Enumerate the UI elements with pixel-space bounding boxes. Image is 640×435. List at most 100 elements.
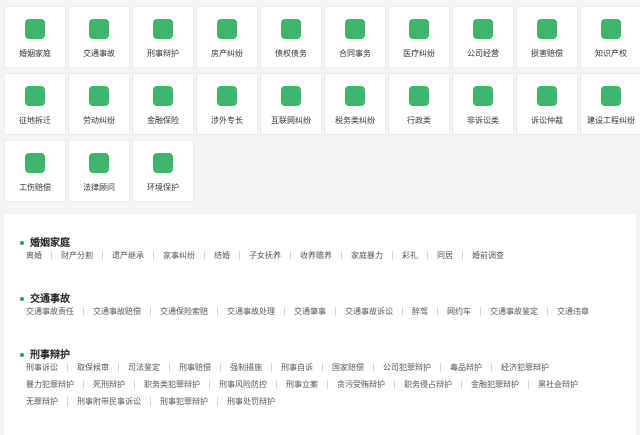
subcategory-link[interactable]: 交通事故赔偿 <box>93 306 141 317</box>
category-tile[interactable]: 法律顾问 <box>68 140 130 202</box>
subcategory-link[interactable]: 交通保险索赔 <box>160 306 208 317</box>
category-tile[interactable]: 建设工程纠纷 <box>580 73 640 135</box>
subcategory-link[interactable]: 刑事赔偿 <box>179 362 211 373</box>
briefcase-icon <box>473 19 493 39</box>
category-tile[interactable]: 公司经营 <box>452 6 514 68</box>
subcategory-link[interactable]: 强制措施 <box>230 362 262 373</box>
subcategory-link[interactable]: 刑事风险防控 <box>219 379 267 390</box>
category-tile[interactable]: 劳动纠纷 <box>68 73 130 135</box>
subcategory-link[interactable]: 刑事附带民事诉讼 <box>77 396 141 407</box>
worker-icon <box>89 86 109 106</box>
tag-divider <box>491 363 492 372</box>
book-icon <box>601 19 621 39</box>
monitor-icon <box>601 86 621 106</box>
folder-icon <box>473 86 493 106</box>
category-tile[interactable]: 诉讼仲裁 <box>516 73 578 135</box>
subcategory-link[interactable]: 死刑辩护 <box>93 379 125 390</box>
category-tile[interactable]: 工伤赔偿 <box>4 140 66 202</box>
category-tile-label: 损害赔偿 <box>531 49 563 58</box>
subcategory-link[interactable]: 财产分割 <box>61 250 93 261</box>
subcategory-link[interactable]: 家庭暴力 <box>351 250 383 261</box>
subcategory-link[interactable]: 交通事故责任 <box>26 306 74 317</box>
subcategory-link[interactable]: 交通事故处理 <box>227 306 275 317</box>
subcategory-link[interactable]: 离婚 <box>26 250 42 261</box>
tag-divider <box>209 380 210 389</box>
section-title-text: 刑事辩护 <box>30 350 70 361</box>
subcategory-link[interactable]: 刑事处罚辩护 <box>227 396 275 407</box>
tag-divider <box>427 251 428 260</box>
tax-icon <box>345 86 365 106</box>
category-grid: 婚姻家庭 交通事故 刑事辩护 房产纠纷 债权债务 合同事务 医疗纠纷 公司经营 损害赔偿 知识产权… <box>4 6 640 204</box>
section-title: 刑事辩护 <box>20 346 70 361</box>
category-tile[interactable]: 医疗纠纷 <box>388 6 450 68</box>
category-tile[interactable]: 知识产权 <box>580 6 640 68</box>
subcategory-link[interactable]: 同居 <box>437 250 453 261</box>
category-tile[interactable]: 金融保险 <box>132 73 194 135</box>
subcategory-link[interactable]: 职务侵占辩护 <box>404 379 452 390</box>
category-tile[interactable]: 合同事务 <box>324 6 386 68</box>
section-title-text: 婚姻家庭 <box>30 238 70 249</box>
tag-divider <box>217 397 218 406</box>
tag-divider <box>373 363 374 372</box>
category-tile[interactable]: 环境保护 <box>132 140 194 202</box>
category-tile[interactable]: 损害赔偿 <box>516 6 578 68</box>
subcategory-link[interactable]: 刑事诉讼 <box>26 362 58 373</box>
category-tile-label: 刑事辩护 <box>147 49 179 58</box>
category-tile[interactable]: 债权债务 <box>260 6 322 68</box>
tag-divider <box>322 363 323 372</box>
subcategory-link[interactable]: 取保候审 <box>77 362 109 373</box>
category-tile[interactable]: 涉外专长 <box>196 73 258 135</box>
category-tile-label: 知识产权 <box>595 49 627 58</box>
subcategory-link[interactable]: 家事纠纷 <box>163 250 195 261</box>
category-tile[interactable]: 刑事辩护 <box>132 6 194 68</box>
subcategory-link[interactable]: 公司犯罪辩护 <box>383 362 431 373</box>
section-bullet-icon <box>20 297 24 301</box>
subcategory-link[interactable]: 无罪辩护 <box>26 396 58 407</box>
category-tile[interactable]: 行政类 <box>388 73 450 135</box>
category-tile[interactable]: 征地拆迁 <box>4 73 66 135</box>
subcategory-link[interactable]: 黑社会辩护 <box>538 379 578 390</box>
subcategory-link[interactable]: 遗产继承 <box>112 250 144 261</box>
subcategory-link[interactable]: 暴力犯罪辩护 <box>26 379 74 390</box>
subcategory-link[interactable]: 职务类犯罪辩护 <box>144 379 200 390</box>
subcategory-link[interactable]: 婚前调查 <box>472 250 504 261</box>
subcategory-link[interactable]: 毒品辩护 <box>450 362 482 373</box>
subcategory-link[interactable]: 交通事故诉讼 <box>345 306 393 317</box>
subcategory-link[interactable]: 国家赔偿 <box>332 362 364 373</box>
category-tile-label: 法律顾问 <box>83 183 115 192</box>
category-tile[interactable]: 税务类纠纷 <box>324 73 386 135</box>
hands-icon <box>537 19 557 39</box>
category-tile[interactable]: 房产纠纷 <box>196 6 258 68</box>
subcategory-link[interactable]: 醉驾 <box>412 306 428 317</box>
tag-divider <box>402 307 403 316</box>
section-bullet-icon <box>20 353 24 357</box>
tag-divider <box>217 307 218 316</box>
medical-icon <box>409 19 429 39</box>
subcategory-link[interactable]: 彩礼 <box>402 250 418 261</box>
subcategory-link[interactable]: 刑事犯罪辩护 <box>160 396 208 407</box>
subcategory-link[interactable]: 结婚 <box>214 250 230 261</box>
subcategory-link[interactable]: 子女抚养 <box>249 250 281 261</box>
subcategory-link[interactable]: 刑事立案 <box>286 379 318 390</box>
category-tile-label: 公司经营 <box>467 49 499 58</box>
subcategory-link[interactable]: 交通违章 <box>557 306 589 317</box>
tag-divider <box>134 380 135 389</box>
subcategory-link[interactable]: 金融犯罪辩护 <box>471 379 519 390</box>
category-tile[interactable]: 互联网纠纷 <box>260 73 322 135</box>
category-tile[interactable]: 婚姻家庭 <box>4 6 66 68</box>
subcategory-link[interactable]: 网约车 <box>447 306 471 317</box>
subcategory-link[interactable]: 刑事自诉 <box>281 362 313 373</box>
category-tile-label: 税务类纠纷 <box>335 116 375 125</box>
subcategory-link[interactable]: 贪污受贿辩护 <box>337 379 385 390</box>
subcategory-link[interactable]: 收养赡养 <box>300 250 332 261</box>
subcategory-link[interactable]: 交通肇事 <box>294 306 326 317</box>
category-tile[interactable]: 交通事故 <box>68 6 130 68</box>
subcategory-link[interactable]: 交通事故鉴定 <box>490 306 538 317</box>
stamp-icon <box>345 19 365 39</box>
tag-divider <box>341 251 342 260</box>
subcategory-link[interactable]: 经济犯罪辩护 <box>501 362 549 373</box>
section-bullet-icon <box>20 241 24 245</box>
category-tile[interactable]: 非诉讼类 <box>452 73 514 135</box>
subcategory-link[interactable]: 司法鉴定 <box>128 362 160 373</box>
tag-divider <box>153 251 154 260</box>
